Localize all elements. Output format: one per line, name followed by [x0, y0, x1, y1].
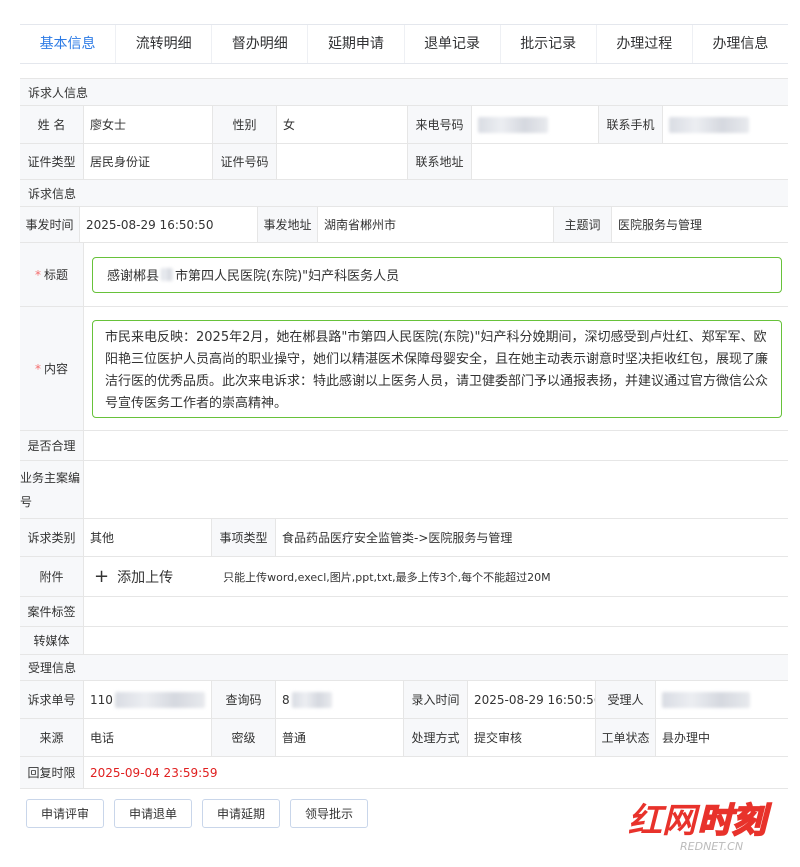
- gender-value: 女: [277, 106, 408, 143]
- tab-extension-requests[interactable]: 延期申请: [308, 25, 405, 63]
- apply-review-button[interactable]: 申请评审: [26, 799, 105, 828]
- matter-type-value: 食品药品医疗安全监管类->医院服务与管理: [282, 531, 513, 545]
- address-label: 联系地址: [408, 144, 472, 179]
- section-title-acceptance: 受理信息: [20, 655, 788, 680]
- media-value[interactable]: [84, 627, 788, 654]
- title-input[interactable]: 感谢郴县 市第四人民医院(东院)"妇产科医务人员: [92, 256, 782, 293]
- handling-method-value: 提交审核: [468, 719, 596, 756]
- action-buttons: 申请评审 申请退单 申请延期 领导批示: [26, 799, 378, 828]
- caller-number-value: [472, 106, 599, 143]
- keyword-value: 医院服务与管理: [618, 218, 703, 232]
- case-number-value[interactable]: [84, 461, 788, 518]
- tab-basic-info[interactable]: 基本信息: [20, 25, 117, 63]
- content-textarea[interactable]: 市民来电反映：2025年2月，她在郴县路"市第四人民医院(东院)"妇产科分娩期间…: [92, 319, 782, 418]
- category-label: 诉求类别: [20, 519, 84, 556]
- order-status-label: 工单状态: [596, 719, 656, 756]
- address-value: [472, 144, 788, 179]
- name-label: 姓 名: [20, 106, 84, 143]
- media-label: 转媒体: [20, 627, 84, 654]
- rednet-watermark-logo: 红网 时刻 REDNET.CN: [628, 800, 773, 853]
- apply-return-button[interactable]: 申请退单: [114, 799, 193, 828]
- handler-label: 受理人: [596, 681, 656, 718]
- query-code-value: 8: [276, 681, 404, 718]
- content-label: * 内容: [20, 307, 84, 430]
- attachment-area: + 添加上传 只能上传word,execl,图片,ppt,txt,最多上传3个,…: [84, 557, 788, 596]
- tab-handling-info[interactable]: 办理信息: [693, 25, 788, 63]
- source-label: 来源: [20, 719, 84, 756]
- gender-label: 性别: [213, 106, 277, 143]
- id-type-label: 证件类型: [20, 144, 84, 179]
- category-value: 其他: [84, 519, 212, 556]
- name-value: 廖女士: [84, 106, 213, 143]
- tab-bar: 基本信息 流转明细 督办明细 延期申请 退单记录 批示记录 办理过程 办理信息: [20, 24, 788, 64]
- entry-time-value: 2025-08-29 16:50:56: [468, 681, 596, 718]
- id-number-value: [277, 144, 408, 179]
- section-title-claimant: 诉求人信息: [20, 79, 788, 105]
- mobile-value: [663, 106, 788, 143]
- matter-type-label: 事项类型: [212, 519, 276, 556]
- upload-button[interactable]: + 添加上传: [94, 567, 173, 587]
- event-time-label: 事发时间: [20, 207, 80, 242]
- order-number-value: 110: [84, 681, 212, 718]
- watermark-sub-text: REDNET.CN: [680, 840, 743, 853]
- order-number-label: 诉求单号: [20, 681, 84, 718]
- content-field-wrapper: 市民来电反映：2025年2月，她在郴县路"市第四人民医院(东院)"妇产科分娩期间…: [84, 307, 788, 430]
- apply-extension-button[interactable]: 申请延期: [202, 799, 281, 828]
- plus-icon: +: [94, 565, 110, 587]
- title-label: * 标题: [20, 243, 84, 306]
- event-time-value: 2025-08-29 16:50:50: [80, 207, 258, 242]
- watermark-main-text: 红网: [628, 801, 701, 841]
- case-tag-label: 案件标签: [20, 597, 84, 626]
- keyword-label: 主题词: [554, 207, 612, 242]
- leader-instruction-button[interactable]: 领导批示: [290, 799, 369, 828]
- reply-deadline-value: 2025-09-04 23:59:59: [90, 765, 218, 780]
- reasonable-label: 是否合理: [20, 431, 84, 460]
- detail-form: 诉求人信息 姓 名 廖女士 性别 女 来电号码 联系手机 证件类型 居民身份证 …: [20, 78, 788, 789]
- source-value: 电话: [84, 719, 212, 756]
- reply-deadline-label: 回复时限: [20, 757, 84, 788]
- caller-number-label: 来电号码: [408, 106, 472, 143]
- entry-time-label: 录入时间: [404, 681, 468, 718]
- case-tag-value[interactable]: [84, 597, 788, 626]
- attachment-label: 附件: [20, 557, 84, 596]
- mobile-label: 联系手机: [599, 106, 663, 143]
- section-title-appeal: 诉求信息: [20, 180, 788, 206]
- upload-hint: 只能上传word,execl,图片,ppt,txt,最多上传3个,每个不能超过2…: [223, 570, 551, 584]
- tab-handling-process[interactable]: 办理过程: [597, 25, 693, 63]
- tab-instruction-records[interactable]: 批示记录: [501, 25, 597, 63]
- watermark-outline-text: 时刻: [698, 801, 772, 841]
- secret-level-value: 普通: [276, 719, 404, 756]
- tab-supervision-details[interactable]: 督办明细: [212, 25, 309, 63]
- handling-method-label: 处理方式: [404, 719, 468, 756]
- order-status-value: 县办理中: [662, 731, 711, 745]
- case-number-label: 业务主案编 号: [20, 461, 84, 518]
- tab-return-records[interactable]: 退单记录: [405, 25, 501, 63]
- title-field-wrapper: 感谢郴县 市第四人民医院(东院)"妇产科医务人员: [84, 243, 788, 306]
- handler-value: [656, 681, 788, 718]
- query-code-label: 查询码: [212, 681, 276, 718]
- secret-level-label: 密级: [212, 719, 276, 756]
- event-address-value: 湖南省郴州市: [318, 207, 554, 242]
- tab-transfer-details[interactable]: 流转明细: [116, 25, 213, 63]
- id-number-label: 证件号码: [213, 144, 277, 179]
- reasonable-value[interactable]: [84, 431, 788, 460]
- event-address-label: 事发地址: [258, 207, 318, 242]
- id-type-value: 居民身份证: [84, 144, 213, 179]
